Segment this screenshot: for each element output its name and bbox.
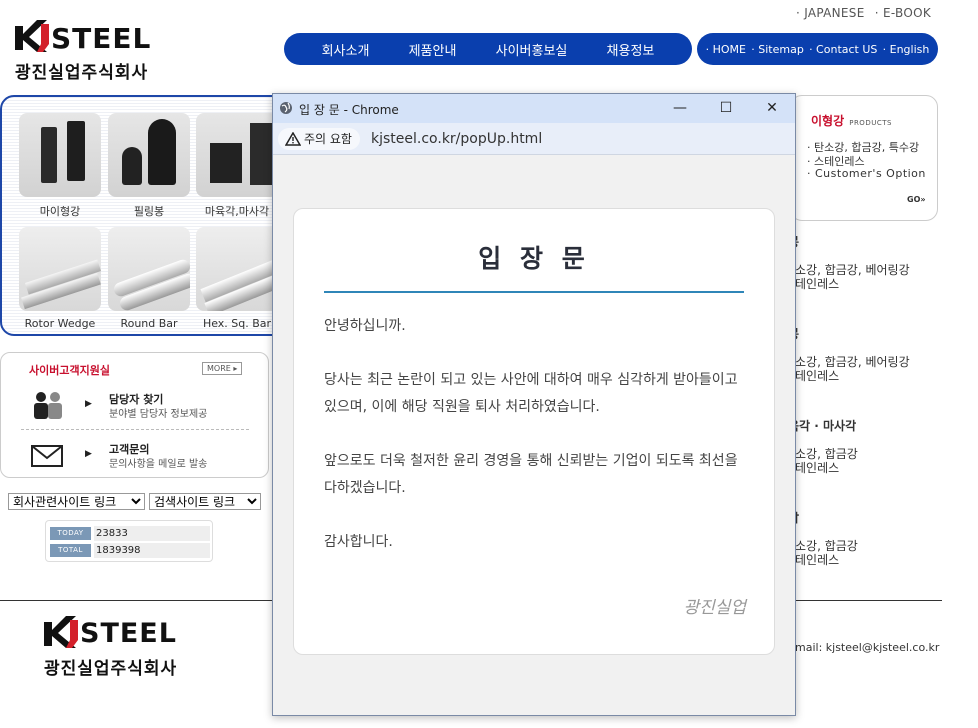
- statement-heading: 입 장 문: [478, 244, 590, 273]
- total-row: TOTAL 1839398: [49, 543, 210, 558]
- profile-steel-icon: [19, 113, 101, 197]
- product-hex-square[interactable]: 마육각,마사각: [196, 113, 278, 219]
- today-row: TODAY 23833: [49, 526, 210, 541]
- divider: [21, 429, 249, 430]
- visitor-counter: TODAY 23833 TOTAL 1839398: [45, 520, 213, 562]
- address-bar: 주의 요함 kjsteel.co.kr/popUp.html: [273, 123, 795, 155]
- product-hex-sq-bar[interactable]: Hex. Sq. Bar: [196, 227, 278, 330]
- statement-greeting: 안녕하십니까.: [324, 318, 406, 334]
- kj-logo-icon: [44, 616, 78, 648]
- total-value: 1839398: [94, 543, 210, 558]
- mail-icon: [31, 445, 63, 467]
- box-line: · Customer's Option: [807, 167, 926, 180]
- hex-square-bar-icon: [196, 113, 278, 197]
- popup-window: 입 장 문 - Chrome — ☐ ✕ 주의 요함 kjsteel.co.kr…: [272, 93, 796, 716]
- url-text[interactable]: kjsteel.co.kr/popUp.html: [371, 131, 542, 147]
- products-box-title: 이형강 PRODUCTS: [811, 110, 892, 129]
- product-label: 마이형강: [39, 205, 81, 218]
- warning-icon: [285, 132, 301, 146]
- search-sites-select[interactable]: 검색사이트 링크: [149, 493, 261, 510]
- today-label: TODAY: [50, 527, 91, 540]
- cyber-support-box: 사이버고객지원실 MORE ▸ ▶ 담당자 찾기 분야별 담당자 정보제공 ▶ …: [0, 352, 269, 478]
- box-title: 이형강: [811, 114, 845, 128]
- go-button[interactable]: GO»: [907, 195, 926, 204]
- inquiry-desc: 문의사항을 메일로 발송: [109, 459, 208, 470]
- kj-logo-icon: [15, 20, 49, 52]
- minimize-button[interactable]: —: [665, 98, 695, 118]
- section-title: 육각 · 마사각: [788, 419, 857, 433]
- arrow-right-icon: ▶: [85, 399, 92, 409]
- nav-contact[interactable]: · Contact US: [809, 43, 877, 56]
- nav-home[interactable]: · HOME: [706, 43, 746, 56]
- rotor-wedge-icon: [19, 227, 101, 311]
- footer-logo: STEEL 광진실업주식회사: [44, 614, 219, 679]
- section-line: 테인레스: [795, 277, 840, 291]
- product-label: Rotor Wedge: [24, 317, 96, 330]
- site-logo[interactable]: STEEL 광진실업주식회사: [15, 18, 190, 83]
- statement-closing: 감사합니다.: [324, 534, 393, 550]
- round-bar-icon: [108, 227, 190, 311]
- peeled-bar-icon: [108, 113, 190, 197]
- popup-title: 입 장 문 - Chrome: [299, 103, 399, 117]
- product-peeled-bar[interactable]: 필링봉: [108, 113, 190, 219]
- products-box[interactable]: 이형강 PRODUCTS · 탄소강, 합금강, 특수강 · 스테인레스 · C…: [790, 95, 938, 221]
- logo-korean-text: 광진실업주식회사: [15, 63, 149, 83]
- popup-titlebar[interactable]: 입 장 문 - Chrome — ☐ ✕: [273, 94, 795, 123]
- nav-cyber-pr[interactable]: 사이버홍보실: [496, 40, 568, 59]
- heading-divider: [324, 291, 744, 293]
- more-button[interactable]: MORE ▸: [202, 362, 243, 375]
- main-nav: 회사소개 제품안내 사이버홍보실 채용정보: [284, 33, 692, 65]
- box-subtitle: PRODUCTS: [849, 119, 892, 127]
- cyber-support-title: 사이버고객지원실: [29, 364, 110, 377]
- globe-icon: [280, 102, 292, 114]
- statement-paragraph-2: 앞으로도 더욱 철저한 윤리 경영을 통해 신뢰받는 기업이 되도록 최선을 다…: [324, 453, 738, 496]
- find-contact-desc: 분야별 담당자 정보제공: [109, 409, 208, 420]
- go-label: GO: [907, 195, 921, 204]
- product-profile-steel[interactable]: 마이형강: [19, 113, 101, 219]
- more-label: MORE: [207, 364, 231, 373]
- logo-steel-text: STEEL: [80, 618, 177, 649]
- nav-sitemap[interactable]: · Sitemap: [751, 43, 804, 56]
- logo-korean-text: 광진실업주식회사: [44, 659, 178, 679]
- product-rotor-wedge[interactable]: Rotor Wedge: [19, 227, 101, 330]
- maximize-button[interactable]: ☐: [711, 98, 741, 118]
- security-warning-chip[interactable]: 주의 요함: [278, 128, 360, 150]
- security-label: 주의 요함: [304, 132, 352, 146]
- product-label: 필링봉: [133, 205, 165, 218]
- arrow-right-icon: ▶: [85, 449, 92, 459]
- hex-sq-bar-icon: [196, 227, 278, 311]
- product-panel: 마이형강 필링봉 마육각,마사각 Rotor Wedge Round Bar H…: [0, 95, 290, 336]
- top-links: · JAPANESE · E-BOOK: [790, 6, 931, 20]
- nav-careers[interactable]: 채용정보: [607, 40, 655, 59]
- statement-signature: 광진실업: [683, 598, 746, 618]
- product-label: 마육각,마사각: [204, 205, 270, 218]
- nav-products[interactable]: 제품안내: [409, 40, 457, 59]
- company-sites-select[interactable]: 회사관련사이트 링크: [8, 493, 145, 510]
- logo-steel-text: STEEL: [51, 22, 152, 55]
- footer-email: mail: kjsteel@kjsteel.co.kr: [795, 641, 940, 654]
- nav-company[interactable]: 회사소개: [322, 40, 370, 59]
- find-contact-link[interactable]: ▶ 담당자 찾기 분야별 담당자 정보제공: [31, 391, 261, 423]
- statement-card: 입 장 문 안녕하십니까. 당사는 최근 논란이 되고 있는 사안에 대하여 매…: [293, 208, 775, 655]
- product-label: Round Bar: [120, 317, 178, 330]
- people-icon: [34, 392, 62, 419]
- ebook-link[interactable]: · E-BOOK: [875, 6, 931, 20]
- today-value: 23833: [94, 526, 210, 541]
- section-line: 테인레스: [795, 369, 840, 383]
- japanese-link[interactable]: · JAPANESE: [796, 6, 865, 20]
- statement-paragraph-1: 당사는 최근 논란이 되고 있는 사안에 대하여 매우 심각하게 받아들이고 있…: [324, 372, 738, 415]
- sub-nav: · HOME · Sitemap · Contact US · English: [697, 33, 938, 65]
- nav-english[interactable]: · English: [883, 43, 930, 56]
- customer-inquiry-link[interactable]: ▶ 고객문의 문의사항을 메일로 발송: [31, 441, 261, 473]
- section-line: 테인레스: [795, 461, 840, 475]
- product-round-bar[interactable]: Round Bar: [108, 227, 190, 330]
- product-label: Hex. Sq. Bar: [202, 317, 272, 330]
- total-label: TOTAL: [50, 544, 91, 557]
- section-line: 테인레스: [795, 553, 840, 567]
- close-button[interactable]: ✕: [757, 98, 787, 118]
